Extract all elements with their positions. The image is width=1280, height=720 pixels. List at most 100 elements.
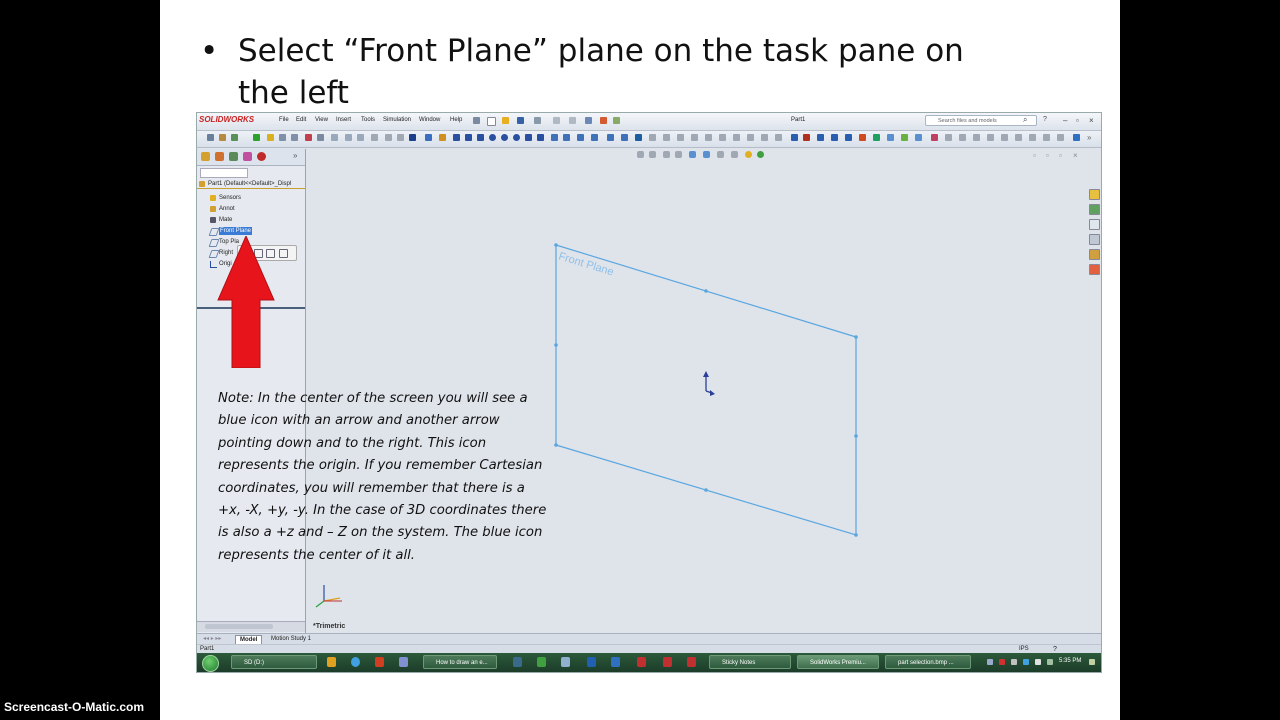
ellipse-icon[interactable] (501, 134, 508, 141)
taskbar-clock[interactable]: 5:35 PM (1059, 658, 1081, 664)
tray-network-icon[interactable] (1023, 659, 1029, 665)
run-icon[interactable] (253, 134, 260, 141)
taskbar-sd-drive[interactable]: SD (D:) (231, 655, 317, 669)
undo-icon[interactable] (553, 117, 560, 124)
tray-volume-icon[interactable] (1035, 659, 1041, 665)
toolbar-expand-icon[interactable]: » (1087, 133, 1091, 142)
section-icon[interactable] (357, 134, 364, 141)
move-icon[interactable] (719, 134, 726, 141)
stretch-icon[interactable] (761, 134, 768, 141)
mold-icon[interactable] (1029, 134, 1036, 141)
spline-tool-icon[interactable] (635, 134, 642, 141)
tab-nav-arrows[interactable]: ◂◂ ▸ ▸▸ (199, 635, 225, 643)
menu-help[interactable]: Help (450, 117, 462, 123)
network-icon[interactable] (399, 657, 408, 667)
scale-icon[interactable] (747, 134, 754, 141)
plane-handle[interactable] (704, 488, 708, 492)
menu-view[interactable]: View (315, 117, 328, 123)
normal-to-icon[interactable] (279, 249, 288, 258)
zoom-icon[interactable] (279, 134, 286, 141)
dome-icon[interactable] (915, 134, 922, 141)
blocks-icon[interactable] (791, 134, 798, 141)
axis-icon[interactable] (385, 134, 392, 141)
plane-handle[interactable] (854, 434, 858, 438)
firefox-icon[interactable] (375, 657, 384, 667)
tangent-icon[interactable] (775, 134, 782, 141)
dimension-icon[interactable] (677, 134, 684, 141)
weldment-icon[interactable] (1057, 134, 1064, 141)
polygon-icon[interactable] (513, 134, 520, 141)
magnet-icon[interactable] (305, 134, 312, 141)
tray-flag-icon[interactable] (987, 659, 993, 665)
help-status-icon[interactable]: ? (1053, 646, 1057, 653)
sketch-icon[interactable] (207, 134, 214, 141)
wrap-icon[interactable] (901, 134, 908, 141)
start-button[interactable] (202, 655, 219, 672)
sheetmetal-icon[interactable] (1043, 134, 1050, 141)
copy-icon[interactable] (733, 134, 740, 141)
access-icon[interactable] (663, 657, 672, 667)
mirror-icon[interactable] (591, 134, 598, 141)
plane-handle[interactable] (854, 335, 858, 339)
feature-tree-tab-icon[interactable] (201, 152, 210, 161)
menu-simulation[interactable]: Simulation (383, 117, 411, 123)
sweep-icon[interactable] (987, 134, 994, 141)
terminal-icon[interactable] (513, 657, 522, 667)
minimize-button[interactable]: – (1063, 116, 1067, 126)
property-manager-tab-icon[interactable] (215, 152, 224, 161)
spline-icon[interactable] (439, 134, 446, 141)
shell-icon[interactable] (859, 134, 866, 141)
powerpoint-icon[interactable] (637, 657, 646, 667)
mass-icon[interactable] (345, 134, 352, 141)
centerpoint-icon[interactable] (537, 134, 544, 141)
tab-motion-study[interactable]: Motion Study 1 (267, 635, 315, 643)
arc-icon[interactable] (525, 134, 532, 141)
save-icon[interactable] (517, 117, 524, 124)
explorer-icon[interactable] (561, 657, 570, 667)
smart-dimension-icon[interactable] (219, 134, 226, 141)
chrome-icon[interactable] (351, 657, 360, 667)
scroll-thumb[interactable] (205, 624, 273, 629)
parallelogram-icon[interactable] (477, 134, 484, 141)
point-icon[interactable] (397, 134, 404, 141)
menu-tools[interactable]: Tools (361, 117, 375, 123)
tray-antivirus-icon[interactable] (999, 659, 1005, 665)
line-icon[interactable] (409, 134, 416, 141)
pane-expand-icon[interactable]: » (293, 151, 297, 160)
menu-insert[interactable]: Insert (336, 117, 351, 123)
repair-icon[interactable] (705, 134, 712, 141)
rib-icon[interactable] (873, 134, 880, 141)
redo-icon[interactable] (569, 117, 576, 124)
extrude-icon[interactable] (231, 134, 238, 141)
outlook-icon[interactable] (611, 657, 620, 667)
convert-icon[interactable] (607, 134, 614, 141)
taskbar-sticky-notes[interactable]: Sticky Notes (709, 655, 791, 669)
rebuild-icon[interactable] (600, 117, 607, 124)
taskbar-paint[interactable]: part selection.bmp ... (885, 655, 971, 669)
pin-icon[interactable] (473, 117, 480, 124)
select-icon[interactable] (585, 117, 592, 124)
construction-icon[interactable] (551, 134, 558, 141)
show-desktop-icon[interactable] (1089, 659, 1095, 665)
curve-icon[interactable] (945, 134, 952, 141)
square-icon[interactable] (465, 134, 472, 141)
tree-root[interactable]: Part1 (Default<<Default>_Displ (197, 180, 305, 189)
horizontal-scrollbar[interactable] (197, 621, 305, 632)
toolbar-options-icon[interactable] (1073, 134, 1080, 141)
reference-icon[interactable] (371, 134, 378, 141)
cut-icon[interactable] (1015, 134, 1022, 141)
draft-icon[interactable] (887, 134, 894, 141)
weld-icon[interactable] (803, 134, 810, 141)
options-icon[interactable] (613, 117, 620, 124)
rotate-icon[interactable] (317, 134, 324, 141)
close-button[interactable]: × (1089, 116, 1094, 126)
acrobat-icon[interactable] (687, 657, 696, 667)
new-document-icon[interactable] (487, 117, 496, 126)
loft-icon[interactable] (973, 134, 980, 141)
chamfer-icon[interactable] (663, 134, 670, 141)
layer-icon[interactable] (817, 134, 824, 141)
plane-handle[interactable] (554, 343, 558, 347)
maximize-button[interactable]: ▫ (1076, 116, 1079, 126)
plane-handle[interactable] (854, 533, 858, 537)
pan-icon[interactable] (291, 134, 298, 141)
